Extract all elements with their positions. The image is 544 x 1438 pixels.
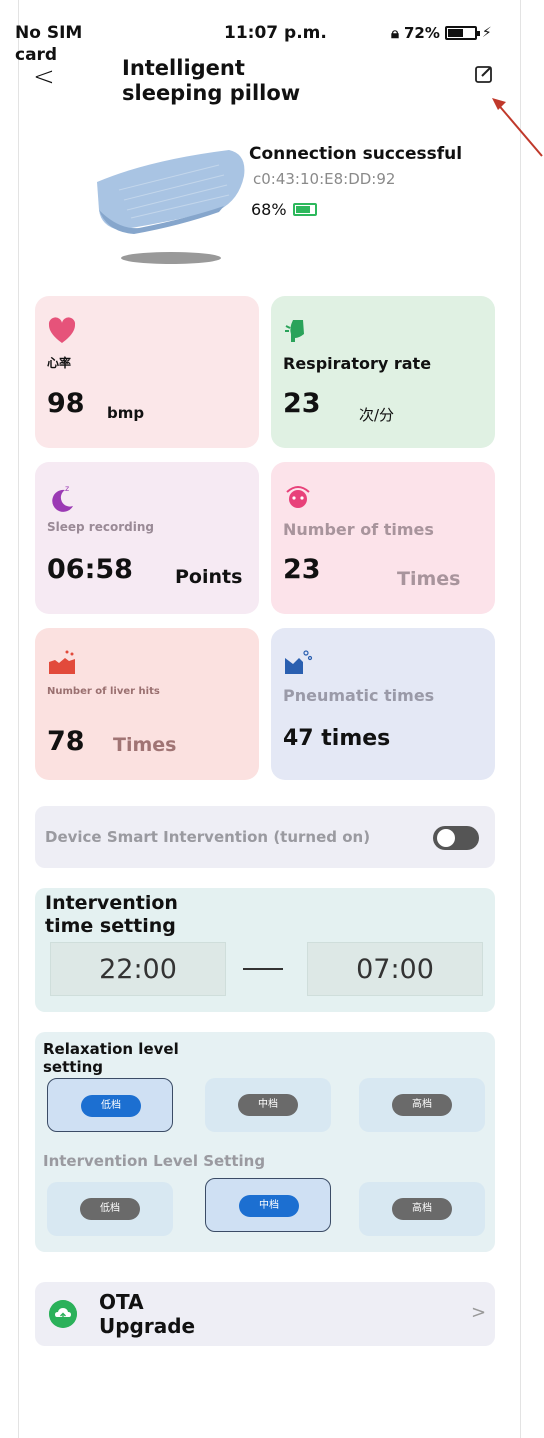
annotation-arrow-icon (492, 98, 543, 157)
card-unit: bmp (107, 404, 145, 422)
level-pill: 高档 (392, 1094, 452, 1116)
intervention-time-section: Intervention time setting 22:00 07:00 (35, 888, 495, 1012)
ota-upgrade-row[interactable]: OTA Upgrade > (35, 1282, 495, 1346)
smart-intervention-row: Device Smart Intervention (turned on) (35, 806, 495, 868)
chevron-right-icon: > (471, 1302, 487, 1323)
card-unit: Times (113, 734, 177, 756)
cloud-upgrade-icon (49, 1300, 77, 1328)
card-label: Sleep recording (47, 520, 154, 534)
relaxation-high-button[interactable]: 高档 (359, 1078, 485, 1132)
carrier-text: No SIM card (15, 23, 83, 65)
back-button[interactable]: < (33, 64, 55, 90)
card-label: Respiratory rate (283, 354, 432, 373)
card-liver-hits[interactable]: Number of liver hits 78 Times (35, 628, 259, 780)
card-unit: 次/分 (359, 406, 395, 424)
card-value: 78 (47, 726, 85, 757)
card-label: Number of liver hits (47, 686, 160, 697)
device-battery-percent: 68% (251, 200, 287, 219)
card-value: 47 times (283, 726, 391, 751)
heart-icon (48, 317, 76, 343)
level-pill: 低档 (81, 1095, 141, 1117)
card-respiratory-rate[interactable]: Respiratory rate 23 次/分 (271, 296, 495, 448)
green-battery-icon (292, 203, 317, 216)
pillow-image (97, 150, 245, 264)
lungs-icon (285, 320, 304, 342)
charging-icon: ⚡︎ (481, 25, 492, 41)
relaxation-mid-button[interactable]: 中档 (205, 1078, 331, 1132)
status-right: 🔒︎ 72% ⚡︎ (391, 22, 492, 44)
edit-icon[interactable] (474, 64, 494, 84)
card-sleep-recording[interactable]: z Sleep recording 06:58 Points (35, 462, 259, 614)
card-label: Number of times (283, 520, 434, 539)
level-settings-section: Relaxation level setting 低档 中档 高档 Interv… (35, 1032, 495, 1252)
card-value: 06:58 (47, 554, 133, 585)
relaxation-level-title: Relaxation level setting (43, 1040, 179, 1076)
relaxation-low-button[interactable]: 低档 (47, 1078, 173, 1132)
device-battery: 68% (251, 200, 317, 219)
level-pill: 低档 (80, 1198, 140, 1220)
connection-status: Connection successful (249, 144, 463, 164)
battery-percent: 72% (403, 24, 440, 42)
card-label: 心率 (47, 356, 72, 370)
card-label: Pneumatic times (283, 686, 435, 705)
time-separator (243, 968, 283, 970)
moon-icon: z (52, 484, 73, 512)
card-value: 23 (283, 388, 321, 419)
card-value: 23 (283, 554, 321, 585)
start-time-field[interactable]: 22:00 (50, 942, 226, 996)
card-value: 98 (47, 388, 85, 419)
intervention-mid-button[interactable]: 中档 (205, 1178, 331, 1232)
end-time-field[interactable]: 07:00 (307, 942, 483, 996)
smart-intervention-toggle[interactable] (433, 826, 479, 850)
pneumatic-icon (285, 650, 313, 674)
card-number-of-times[interactable]: Number of times 23 Times (271, 462, 495, 614)
level-pill: 高档 (392, 1198, 452, 1220)
app-screen: No SIM card 11:07 p.m. 🔒︎ 72% ⚡︎ < Intel… (15, 0, 521, 1438)
intervention-level-title: Intervention Level Setting (43, 1152, 266, 1170)
intervention-low-button[interactable]: 低档 (47, 1182, 173, 1236)
clock-text: 11:07 p.m. (224, 23, 327, 43)
liver-icon (49, 650, 75, 674)
card-unit: Points (175, 566, 243, 588)
lock-rotation-icon: 🔒︎ (391, 24, 399, 42)
battery-icon (444, 26, 480, 40)
page-title: Intelligent sleeping pillow (122, 56, 301, 105)
card-heart-rate[interactable]: 心率 98 bmp (35, 296, 259, 448)
ota-upgrade-label: OTA Upgrade (99, 1290, 196, 1338)
mac-address: c0:43:10:E8:DD:92 (253, 170, 396, 188)
card-pneumatic-times[interactable]: Pneumatic times 47 times (271, 628, 495, 780)
level-pill: 中档 (238, 1094, 298, 1116)
level-pill: 中档 (239, 1195, 299, 1217)
turnover-icon (286, 486, 310, 508)
intervention-time-title: Intervention time setting (45, 892, 178, 937)
intervention-high-button[interactable]: 高档 (359, 1182, 485, 1236)
card-unit: Times (397, 568, 461, 590)
smart-intervention-label: Device Smart Intervention (turned on) (45, 828, 371, 846)
svg-text:z: z (65, 484, 69, 493)
